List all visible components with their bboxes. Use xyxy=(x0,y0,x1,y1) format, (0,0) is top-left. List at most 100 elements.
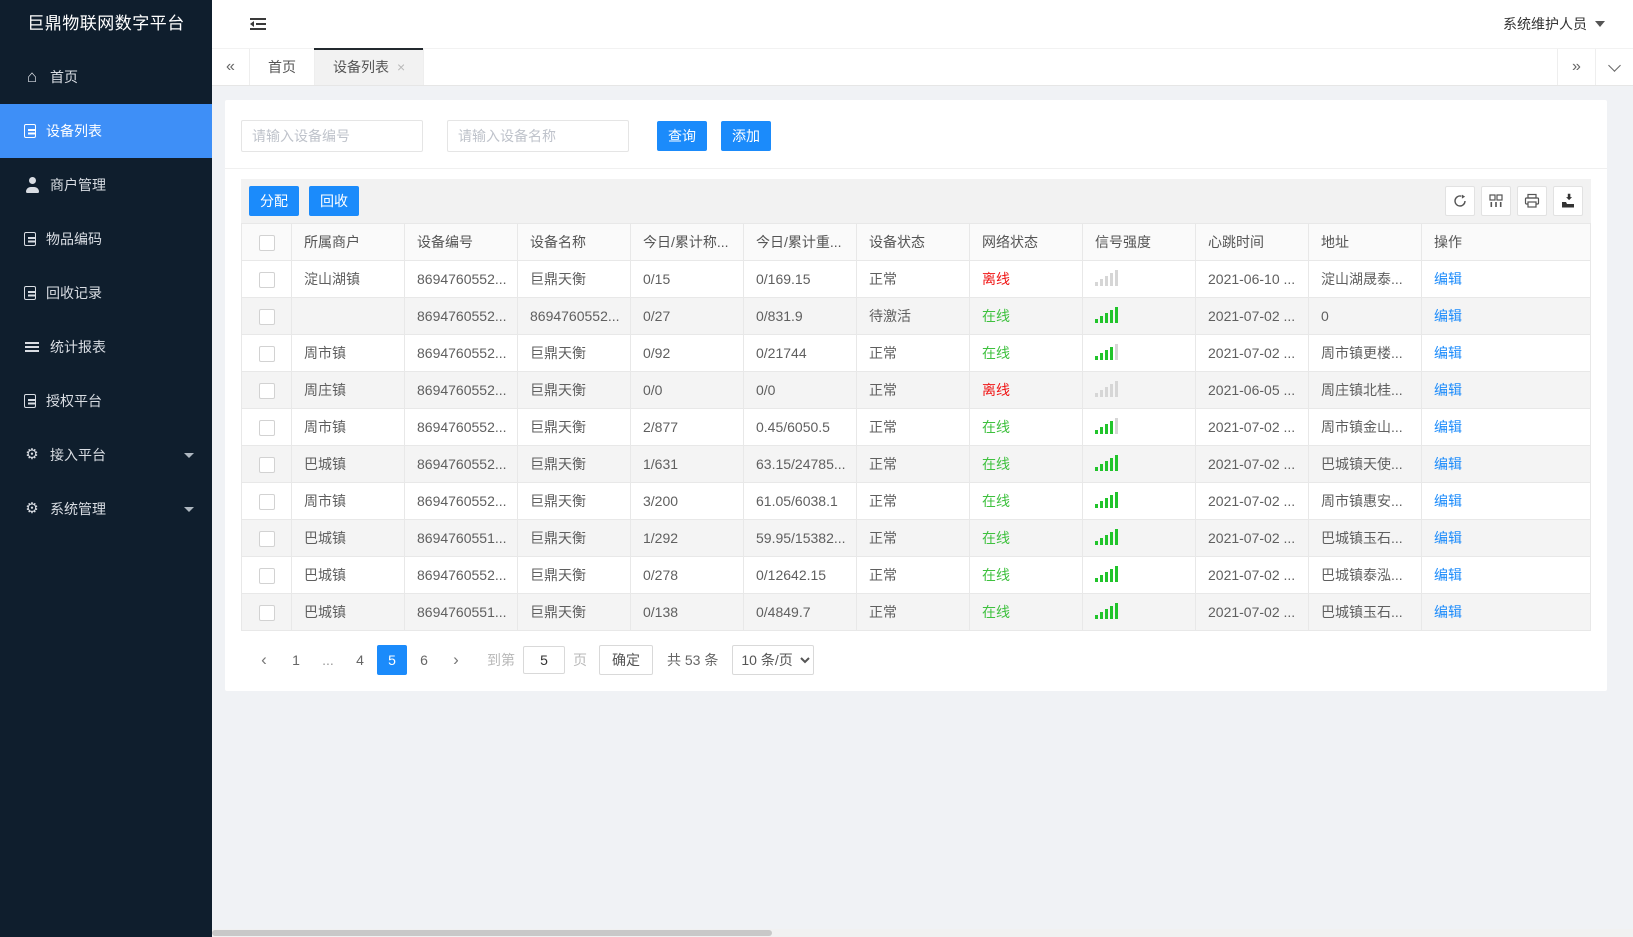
cell-signal xyxy=(1082,260,1196,298)
assign-button[interactable]: 分配 xyxy=(249,186,299,216)
next-page-button[interactable]: › xyxy=(441,645,471,675)
export-icon[interactable] xyxy=(1553,186,1583,216)
cell-merchant: 巴城镇 xyxy=(291,556,405,594)
sidebar-item-access-platform[interactable]: 接入平台 xyxy=(0,428,212,482)
cell-network-status: 离线 xyxy=(969,371,1083,409)
edit-link[interactable]: 编辑 xyxy=(1434,604,1462,620)
cell-address: 巴城镇天使... xyxy=(1308,445,1422,483)
sidebar-item-merchant-mgmt[interactable]: 商户管理 xyxy=(0,158,212,212)
sidebar-item-label: 物品编码 xyxy=(46,231,102,247)
row-checkbox[interactable] xyxy=(258,271,275,288)
page-size-select[interactable]: 10 条/页 xyxy=(732,645,815,675)
sidebar-item-label: 接入平台 xyxy=(50,447,106,463)
cell-address: 巴城镇泰泓... xyxy=(1308,556,1422,594)
row-checkbox[interactable] xyxy=(258,345,275,362)
cell-device-no: 8694760552... xyxy=(404,445,518,483)
edit-link[interactable]: 编辑 xyxy=(1434,567,1462,583)
cell-device-status: 正常 xyxy=(856,519,970,557)
sidebar-item-recycle-record[interactable]: 回收记录 xyxy=(0,266,212,320)
row-checkbox[interactable] xyxy=(258,308,275,325)
table-header-row: 所属商户 设备编号 设备名称 今日/累计称... 今日/累计重... 设备状态 网络状态 信号… xyxy=(241,223,1591,261)
sidebar-item-device-list[interactable]: 设备列表 xyxy=(0,104,212,158)
sidebar-item-system-mgmt[interactable]: 系统管理 xyxy=(0,482,212,536)
edit-link[interactable]: 编辑 xyxy=(1434,456,1462,472)
sidebar-item-label: 统计报表 xyxy=(50,339,106,355)
cell-today-count: 0/0 xyxy=(630,371,744,409)
row-checkbox-cell xyxy=(241,297,292,335)
add-button[interactable]: 添加 xyxy=(721,121,771,151)
signal-strength-icon xyxy=(1095,528,1118,545)
row-checkbox[interactable] xyxy=(258,493,275,510)
device-name-input[interactable] xyxy=(447,120,629,152)
cell-today-weight: 0/169.15 xyxy=(743,260,857,298)
tabs-scroll-left-button[interactable]: « xyxy=(212,49,250,85)
sidebar: 巨鼎物联网数字平台 首页设备列表商户管理物品编码回收记录统计报表授权平台接入平台… xyxy=(0,0,212,937)
edit-link[interactable]: 编辑 xyxy=(1434,382,1462,398)
edit-link[interactable]: 编辑 xyxy=(1434,271,1462,287)
goto-confirm-button[interactable]: 确定 xyxy=(599,645,653,675)
cell-merchant: 淀山湖镇 xyxy=(291,260,405,298)
row-checkbox[interactable] xyxy=(258,456,275,473)
row-checkbox[interactable] xyxy=(258,419,275,436)
row-checkbox-cell xyxy=(241,334,292,372)
cell-device-status: 待激活 xyxy=(856,297,970,335)
doc-icon xyxy=(24,124,36,138)
collapse-sidebar-icon[interactable] xyxy=(248,14,268,34)
sidebar-item-item-code[interactable]: 物品编码 xyxy=(0,212,212,266)
cell-action: 编辑 xyxy=(1421,260,1591,298)
edit-link[interactable]: 编辑 xyxy=(1434,493,1462,509)
page-button-4[interactable]: 4 xyxy=(345,645,375,675)
select-all-checkbox[interactable] xyxy=(258,234,275,251)
close-icon[interactable]: × xyxy=(397,60,405,74)
row-checkbox-cell xyxy=(241,519,292,557)
sidebar-item-auth-platform[interactable]: 授权平台 xyxy=(0,374,212,428)
tab-首页[interactable]: 首页 xyxy=(250,49,315,85)
topbar: 系统维护人员 xyxy=(212,0,1633,48)
user-name: 系统维护人员 xyxy=(1503,16,1587,32)
cell-action: 编辑 xyxy=(1421,408,1591,446)
edit-link[interactable]: 编辑 xyxy=(1434,345,1462,361)
cell-signal xyxy=(1082,371,1196,409)
cell-today-count: 0/15 xyxy=(630,260,744,298)
edit-link[interactable]: 编辑 xyxy=(1434,308,1462,324)
tab-设备列表[interactable]: 设备列表 × xyxy=(313,48,425,85)
sidebar-item-report[interactable]: 统计报表 xyxy=(0,320,212,374)
cell-device-name: 8694760552... xyxy=(517,297,631,335)
device-number-input[interactable] xyxy=(241,120,423,152)
print-icon[interactable] xyxy=(1517,186,1547,216)
row-checkbox[interactable] xyxy=(258,382,275,399)
row-checkbox[interactable] xyxy=(258,567,275,584)
cell-merchant: 巴城镇 xyxy=(291,593,405,631)
cell-heartbeat: 2021-07-02 ... xyxy=(1195,482,1309,520)
edit-link[interactable]: 编辑 xyxy=(1434,530,1462,546)
page-button-6[interactable]: 6 xyxy=(409,645,439,675)
query-button[interactable]: 查询 xyxy=(657,121,707,151)
recycle-button[interactable]: 回收 xyxy=(309,186,359,216)
cell-merchant: 周市镇 xyxy=(291,482,405,520)
cell-device-no: 8694760552... xyxy=(404,334,518,372)
page-button-1[interactable]: 1 xyxy=(281,645,311,675)
tab-label: 设备列表 xyxy=(333,59,389,75)
sidebar-item-label: 商户管理 xyxy=(50,177,106,193)
cell-address: 巴城镇玉石... xyxy=(1308,519,1422,557)
row-checkbox[interactable] xyxy=(258,530,275,547)
row-checkbox[interactable] xyxy=(258,604,275,621)
cell-device-status: 正常 xyxy=(856,482,970,520)
cell-today-count: 0/138 xyxy=(630,593,744,631)
cell-device-no: 8694760552... xyxy=(404,371,518,409)
cell-today-count: 0/278 xyxy=(630,556,744,594)
goto-page-input[interactable] xyxy=(523,646,565,674)
columns-icon[interactable] xyxy=(1481,186,1511,216)
scrollbar-thumb[interactable] xyxy=(212,930,772,936)
sidebar-item-home[interactable]: 首页 xyxy=(0,50,212,104)
page-button-5[interactable]: 5 xyxy=(377,645,407,675)
user-menu[interactable]: 系统维护人员 xyxy=(1503,0,1605,48)
doc-icon xyxy=(24,232,36,246)
prev-page-button[interactable]: ‹ xyxy=(249,645,279,675)
tabs-scroll-right-button[interactable]: » xyxy=(1557,49,1595,85)
refresh-icon[interactable] xyxy=(1445,186,1475,216)
edit-link[interactable]: 编辑 xyxy=(1434,419,1462,435)
tabs-menu-button[interactable] xyxy=(1595,49,1633,85)
page-numbers: 1... 4 5 6 xyxy=(281,645,439,675)
horizontal-scrollbar[interactable] xyxy=(212,929,1633,937)
